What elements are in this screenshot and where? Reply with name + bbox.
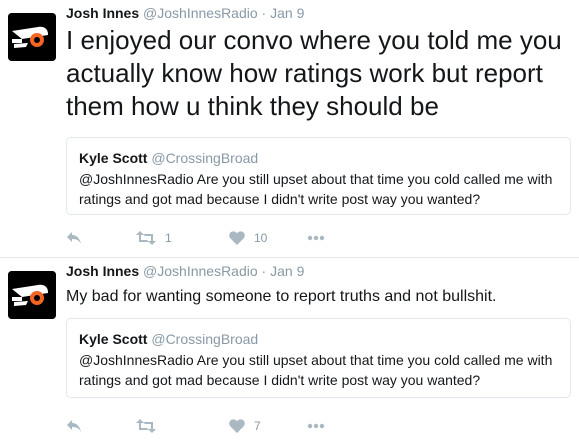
heart-icon (229, 419, 245, 433)
more-icon (307, 423, 325, 429)
quoted-tweet-text: @JoshInnesRadio Are you still upset abou… (79, 171, 553, 207)
author-handle[interactable]: @JoshInnesRadio (143, 5, 258, 21)
tweet-actions: 1 10 (66, 228, 366, 248)
quoted-author-handle: @CrossingBroad (151, 150, 259, 166)
quoted-author-name: Kyle Scott (79, 331, 148, 347)
author-handle[interactable]: @JoshInnesRadio (143, 263, 258, 279)
quoted-tweet-text: @JoshInnesRadio Are you still upset abou… (79, 352, 553, 388)
tweet-header: Josh Innes @JoshInnesRadio · Jan 9 (66, 5, 304, 21)
tweet-header: Josh Innes @JoshInnesRadio · Jan 9 (66, 263, 304, 279)
quoted-tweet[interactable]: Kyle Scott @CrossingBroad @JoshInnesRadi… (66, 318, 571, 398)
like-count: 10 (254, 231, 268, 245)
avatar[interactable] (8, 271, 56, 319)
reply-icon (67, 232, 81, 244)
tweet-date[interactable]: Jan 9 (270, 5, 304, 21)
flyers-logo-icon (8, 271, 56, 319)
quoted-author-handle: @CrossingBroad (151, 331, 259, 347)
separator: · (261, 5, 267, 21)
more-button[interactable] (307, 228, 325, 248)
tweet-actions: 7 (66, 416, 366, 436)
reply-icon (67, 420, 81, 432)
tweet-2[interactable]: Josh Innes @JoshInnesRadio · Jan 9 My ba… (0, 258, 579, 440)
flyers-logo-icon (8, 13, 56, 61)
reply-button[interactable] (66, 228, 82, 248)
tweet-date[interactable]: Jan 9 (270, 263, 304, 279)
retweet-count: 1 (165, 231, 172, 245)
quoted-tweet-header: Kyle Scott @CrossingBroad (79, 329, 558, 349)
separator: · (261, 263, 267, 279)
tweet-1[interactable]: Josh Innes @JoshInnesRadio · Jan 9 I enj… (0, 0, 579, 258)
quoted-author-name: Kyle Scott (79, 150, 148, 166)
quoted-tweet-header: Kyle Scott @CrossingBroad (79, 148, 558, 168)
tweet-text: I enjoyed our convo where you told me yo… (66, 25, 562, 121)
like-button[interactable]: 10 (229, 228, 267, 248)
more-button[interactable] (307, 416, 325, 436)
author-name[interactable]: Josh Innes (66, 5, 139, 21)
avatar[interactable] (8, 13, 56, 61)
retweet-button[interactable] (136, 416, 165, 436)
heart-icon (229, 231, 245, 245)
quoted-tweet[interactable]: Kyle Scott @CrossingBroad @JoshInnesRadi… (66, 137, 571, 215)
more-icon (307, 235, 325, 241)
like-button[interactable]: 7 (229, 416, 261, 436)
like-count: 7 (254, 419, 261, 433)
retweet-icon (136, 231, 156, 245)
author-name[interactable]: Josh Innes (66, 263, 139, 279)
retweet-button[interactable]: 1 (136, 228, 172, 248)
retweet-icon (136, 419, 156, 433)
reply-button[interactable] (66, 416, 82, 436)
tweet-text: My bad for wanting someone to report tru… (66, 288, 497, 305)
